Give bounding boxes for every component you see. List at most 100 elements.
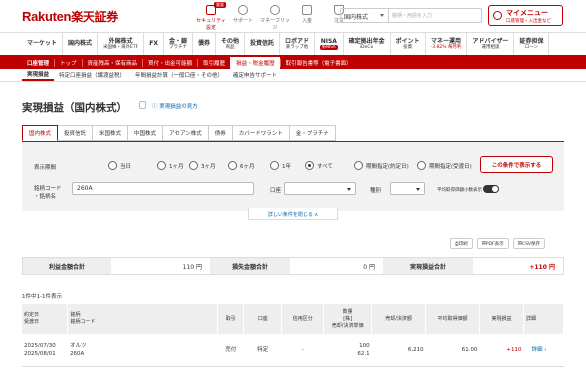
code-input[interactable]: 260A (72, 182, 254, 195)
yen-icon (302, 5, 312, 15)
search-category-select[interactable]: 国内株式 (341, 9, 389, 22)
radio-circle (189, 161, 198, 170)
col-header-line: [株] (343, 315, 353, 322)
detail-link[interactable]: 詳細 › (523, 334, 564, 367)
subnav-item-2[interactable]: 買付・出金可能額 (142, 59, 197, 67)
market-tab-1[interactable]: 投資信託 (58, 125, 94, 141)
gnav-sub: ローン (524, 44, 539, 50)
gnav-label: 投資信託 (250, 40, 275, 48)
submit-filter-button[interactable]: この条件で表示する (480, 156, 553, 173)
csv-button[interactable]: ▤ CSV保存 (512, 238, 545, 249)
deposit-button[interactable]: 入金 (292, 5, 322, 31)
gnav-item-5[interactable]: 債券 (193, 33, 216, 55)
support-icon (238, 5, 248, 15)
period-radio-5[interactable]: すべて (305, 161, 333, 170)
security-settings-button[interactable]: 重要 セキュリティ設定 (196, 2, 226, 31)
period-label-6: 期間指定(約定日) (366, 163, 409, 170)
pl-tab-1[interactable]: 特定口座損益（譲渡益税） (54, 69, 130, 81)
radio-circle (270, 161, 279, 170)
account-select[interactable] (284, 182, 356, 195)
col-header-1: 銘柄 銘柄コード (67, 304, 219, 334)
gnav-label: 証券担保 (519, 37, 544, 45)
money-bridge-button[interactable]: マネーブリッジ (260, 5, 290, 31)
subnav-item-1[interactable]: 資産残高・保有商品 (81, 59, 143, 67)
gnav-sub: 新NISA (320, 44, 338, 50)
radio-circle (108, 161, 117, 170)
market-tab-4[interactable]: アセアン株式 (163, 125, 209, 141)
result-count: 1件中1-1件表示 (22, 294, 62, 300)
period-radio-0[interactable]: 当日 (108, 161, 131, 170)
market-tab-6[interactable]: カバードワラント (232, 125, 290, 141)
filter-panel: 表示期間 当日 1ヶ月 3ヶ月 6ヶ月 1年 すべて 期間指定(約定日) 期間指定(受渡日) … (22, 141, 564, 211)
toggle-more-conditions[interactable]: 詳しい条件を閉じる ∧ (248, 208, 338, 220)
market-tab-0[interactable]: 国内株式 (22, 125, 59, 141)
subnav-item-3[interactable]: 取引履歴 (197, 59, 230, 67)
gnav-item-11[interactable]: ポイント 投資 (391, 33, 426, 55)
pl-tab-0[interactable]: 実現損益 (22, 69, 55, 81)
gnav-sub: 商品 (225, 44, 235, 50)
gnav-label: 確定拠出年金 (348, 37, 385, 45)
user-icon (493, 11, 502, 20)
col-header-line: 数量 (342, 308, 353, 315)
col-header-line: 信用区分 (292, 315, 313, 322)
gnav-item-7[interactable]: 投資信託 (245, 33, 281, 55)
period-radio-4[interactable]: 1年 (270, 161, 291, 170)
market-tab-7[interactable]: 金・プラチナ (289, 125, 336, 141)
period-label-1: 1ヶ月 (169, 163, 184, 170)
support-button[interactable]: サポート (228, 5, 258, 31)
search-input[interactable]: 銘柄・用語を入力 (389, 12, 481, 19)
pl-tab-3[interactable]: 確定申告サポート (228, 69, 282, 81)
radio-circle (157, 161, 166, 170)
market-tab-3[interactable]: 中国株式 (128, 125, 164, 141)
col-header-line: 詳細 (525, 315, 536, 322)
gnav-item-6[interactable]: その他 商品 (216, 33, 245, 55)
profit-value: 110 円 (182, 263, 202, 271)
pl-tab-2[interactable]: 年間損益計算（一般口座・その他） (130, 69, 228, 81)
rakuten-logo[interactable]: Rakuten楽天証券 (22, 8, 118, 25)
subnav-title: 口座管理 (27, 61, 50, 67)
gnav-item-9[interactable]: NISA 新NISA (315, 33, 344, 55)
gnav-label: 国内株式 (68, 40, 93, 48)
gnav-item-8[interactable]: ロボアド 楽ラップ他 (280, 33, 316, 55)
decimal-toggle[interactable] (483, 185, 499, 193)
gnav-item-1[interactable]: 国内株式 (63, 33, 99, 55)
period-radio-1[interactable]: 1ヶ月 (157, 161, 184, 170)
print-button[interactable]: ⎙ 印刷 (450, 238, 473, 249)
period-radio-2[interactable]: 3ヶ月 (189, 161, 216, 170)
col-header-line: 口座 (257, 315, 268, 322)
gnav-label: 外国株式 (108, 37, 133, 45)
gnav-label: 債券 (197, 40, 210, 48)
help-link[interactable]: ⓘ 実現損益の見方 (152, 102, 198, 110)
col-header-2: 取引 (217, 304, 245, 334)
gnav-item-14[interactable]: 証券担保 ローン (514, 33, 550, 55)
mymenu-button[interactable]: マイメニュー 口座管理・入出金など (488, 5, 563, 26)
period-radio-3[interactable]: 6ヶ月 (228, 161, 255, 170)
gnav-sub: iDeCo (359, 44, 374, 50)
period-label-4: 1年 (282, 163, 291, 170)
gnav-item-12[interactable]: マネー運用 -3.82% 毎月利 (426, 33, 468, 55)
market-tab-5[interactable]: 債券 (208, 125, 233, 141)
gnav-item-13[interactable]: アドバイザー 運用相談 (467, 33, 515, 55)
gnav-label: FX (149, 40, 158, 48)
period-radio-7[interactable]: 期間指定(受渡日) (417, 161, 472, 170)
gnav-item-0[interactable]: マーケット (22, 33, 64, 55)
gnav-item-2[interactable]: 外国株式 米国株・海外ETF (98, 33, 145, 55)
period-radio-6[interactable]: 期間指定(約定日) (354, 161, 409, 170)
gnav-item-4[interactable]: 金・銀 プラチナ (164, 33, 193, 55)
security-name-link[interactable]: オルツ 260A (67, 334, 218, 367)
gnav-sub: 米国株・海外ETF (103, 44, 139, 50)
market-tab-2[interactable]: 米国株式 (93, 125, 129, 141)
subnav-item-0[interactable]: トップ (54, 59, 82, 67)
table-row: 2025/07/30 2025/08/01 オルツ 260A 売付 特定 - 100… (22, 334, 564, 367)
period-label-2: 3ヶ月 (201, 163, 216, 170)
subnav-item-5[interactable]: 取引報告書等（電子書面） (279, 59, 357, 67)
gnav-sub: 楽ラップ他 (285, 44, 309, 50)
radio-circle (305, 161, 314, 170)
gnav-item-10[interactable]: 確定拠出年金 iDeCo (344, 33, 391, 55)
kind-select[interactable] (390, 182, 425, 195)
bookmark-icon[interactable] (139, 101, 146, 109)
decimal-label: 平均取得価額小数表示 (437, 188, 482, 193)
pdf-button[interactable]: ▤ PDF表示 (476, 238, 509, 249)
gnav-item-3[interactable]: FX (144, 33, 164, 55)
subnav-item-4[interactable]: 損益・税金履歴 (230, 57, 280, 69)
